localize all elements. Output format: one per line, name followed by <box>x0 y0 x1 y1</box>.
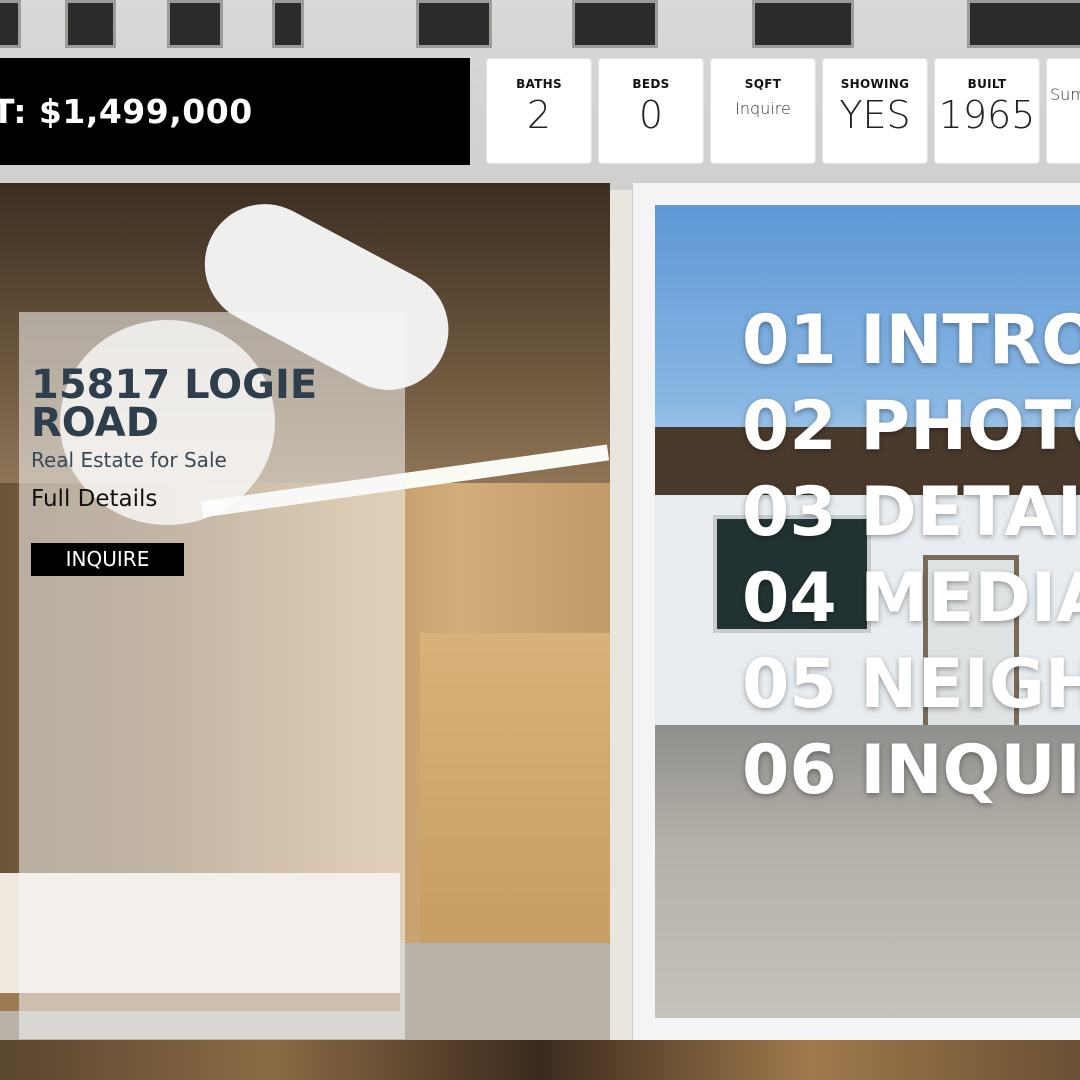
stat-value: 0 <box>638 93 664 137</box>
stat-value: 1965 <box>938 93 1036 137</box>
menu-item-media[interactable]: 04 MEDIA <box>742 556 1080 642</box>
listing-address: 15817 LOGIE ROAD <box>31 362 318 446</box>
full-details-link[interactable]: Full Details <box>31 486 157 512</box>
stat-value: Inquire <box>735 99 791 118</box>
stat-label: SHOWING <box>840 77 910 91</box>
price-text: T: $1,499,000 <box>0 92 253 131</box>
stat-label: BUILT <box>967 77 1007 91</box>
menu-item-inquire[interactable]: 06 INQUIR <box>742 728 1080 814</box>
stat-label: BATHS <box>516 77 562 91</box>
menu-item-neighborhood[interactable]: 05 NEIGH <box>742 642 1080 728</box>
stat-partial: Sum <box>1046 58 1080 164</box>
ceiling-beams-photo <box>0 1040 1080 1080</box>
inquire-button[interactable]: INQUIRE <box>31 543 184 576</box>
stat-beds: BEDS 0 <box>598 58 704 164</box>
stat-value: Sum <box>1050 85 1080 104</box>
stat-value: 2 <box>526 93 552 137</box>
stat-label: SQFT <box>744 77 782 91</box>
stat-baths: BATHS 2 <box>486 58 592 164</box>
stat-sqft: SQFT Inquire <box>710 58 816 164</box>
price-banner: T: $1,499,000 <box>0 58 470 165</box>
section-menu: 01 INTRO 02 PHOTO 03 DETAIL 04 MEDIA 05 … <box>742 298 1080 814</box>
menu-item-intro[interactable]: 01 INTRO <box>742 298 1080 384</box>
stat-label: BEDS <box>632 77 670 91</box>
stat-value: YES <box>839 93 911 137</box>
page: T: $1,499,000 BATHS 2 BEDS 0 SQFT Inquir… <box>0 0 1080 1080</box>
stat-built: BUILT 1965 <box>934 58 1040 164</box>
listing-subtitle: Real Estate for Sale <box>31 448 227 472</box>
menu-item-details[interactable]: 03 DETAIL <box>742 470 1080 556</box>
stat-showing: SHOWING YES <box>822 58 928 164</box>
menu-item-photos[interactable]: 02 PHOTO <box>742 384 1080 470</box>
